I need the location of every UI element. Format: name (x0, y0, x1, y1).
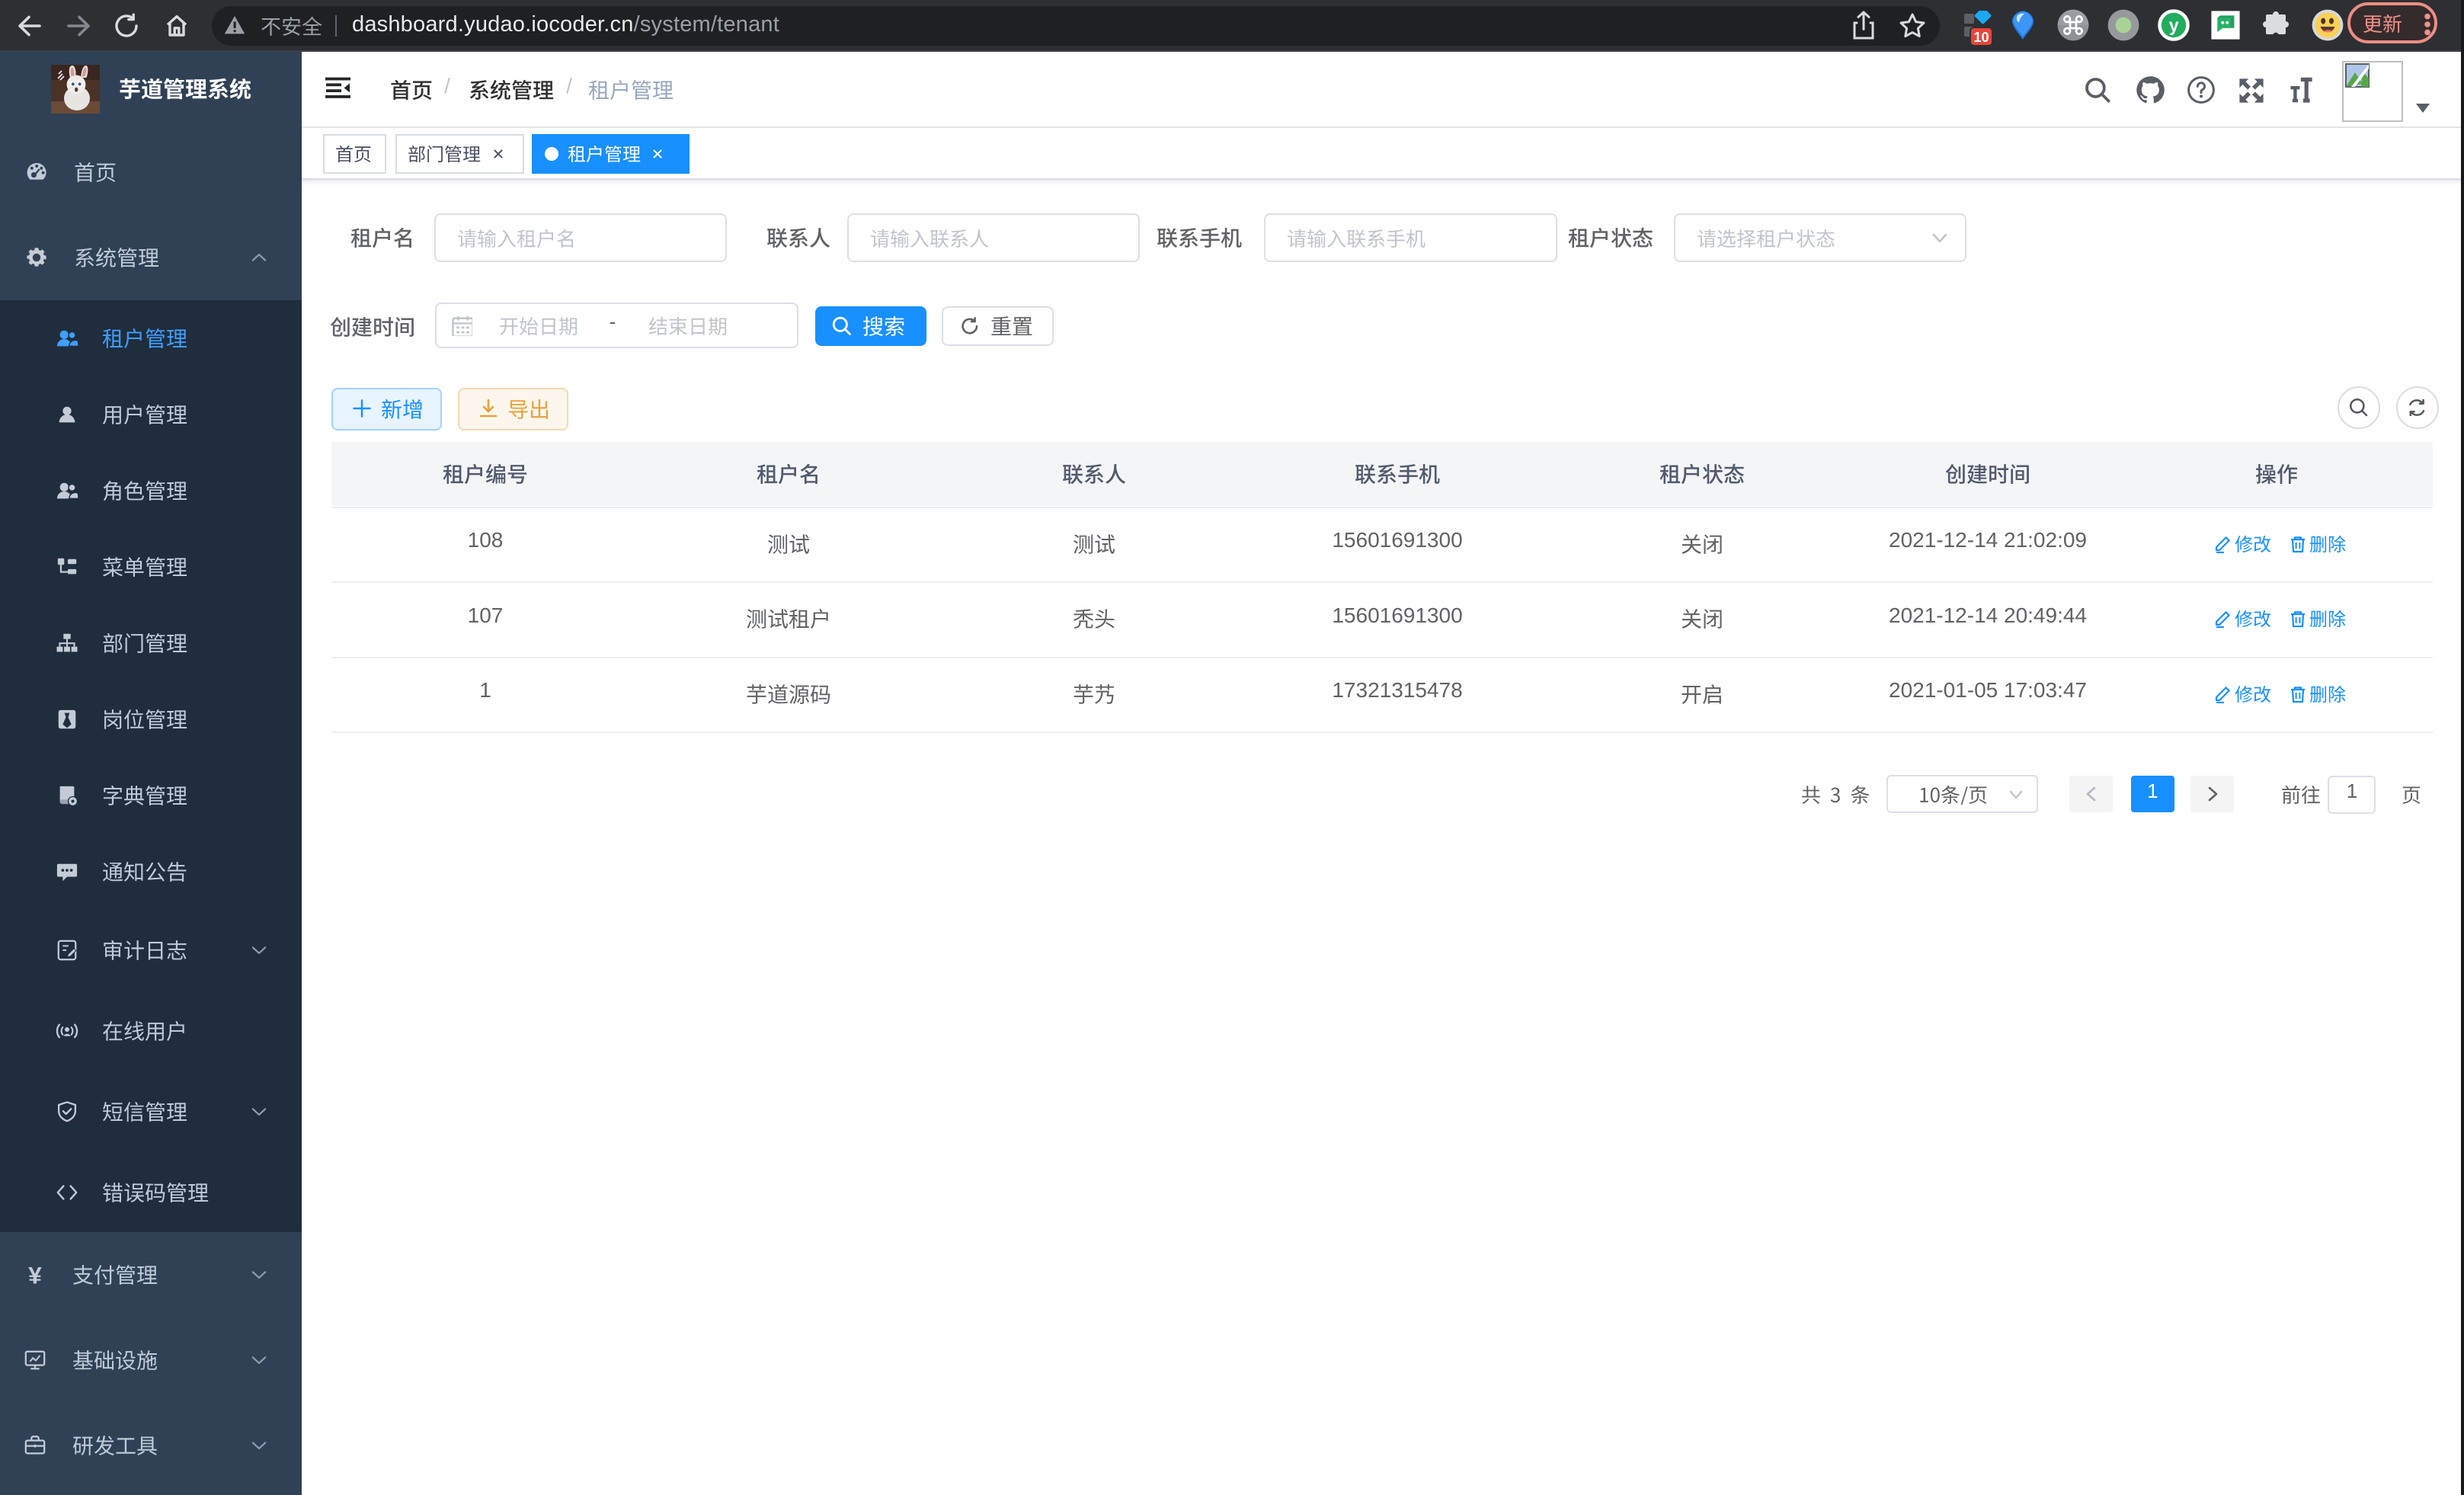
svg-text:y: y (2169, 15, 2179, 35)
svg-text:¥: ¥ (28, 1263, 42, 1286)
